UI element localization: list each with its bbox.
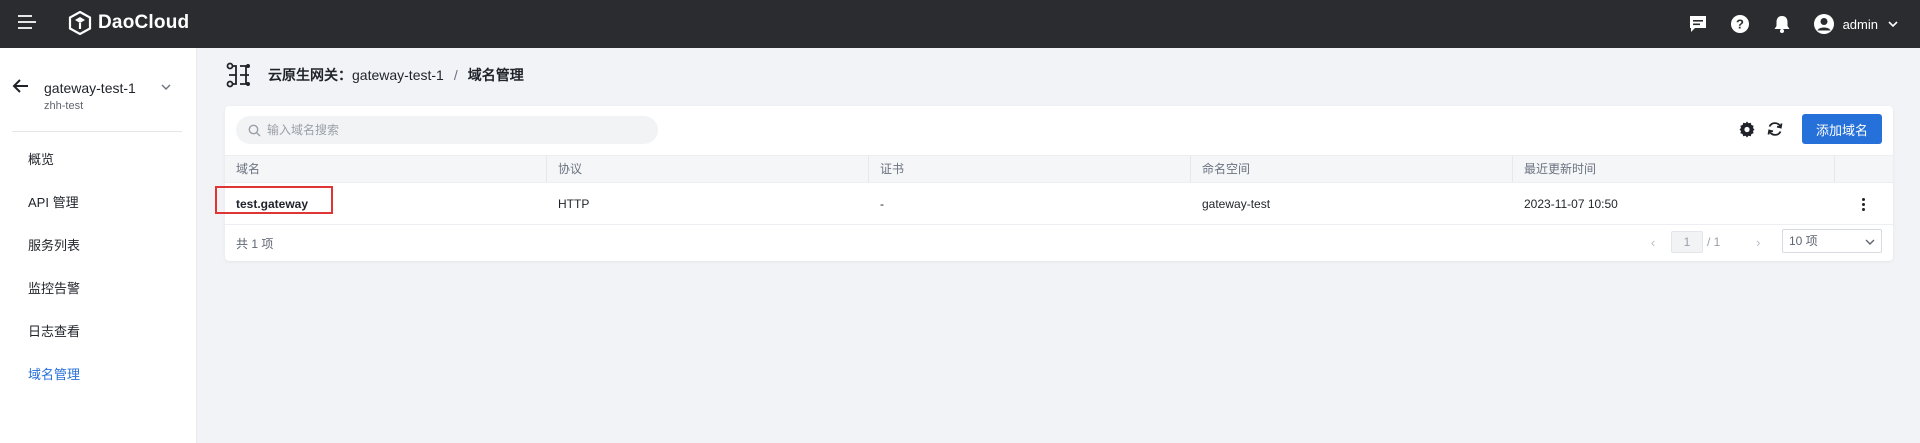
next-page-icon[interactable]: ›: [1750, 235, 1766, 250]
workspace-name: gateway-test-1: [44, 80, 136, 96]
chevron-down-icon[interactable]: [160, 81, 172, 93]
chevron-down-icon: [1888, 21, 1898, 28]
sidebar-item-overview[interactable]: 概览: [0, 138, 197, 181]
column-header-updated[interactable]: 最近更新时间: [1513, 156, 1835, 182]
breadcrumb: 云原生网关： gateway-test-1 / 域名管理: [226, 60, 524, 90]
certificate-cell: -: [880, 196, 884, 211]
domain-table: 域名 协议 证书 命名空间 最近更新时间 test.gateway HTTP -…: [215, 155, 1893, 225]
brand-logo[interactable]: DaoCloud: [68, 11, 189, 35]
sidebar-item-logs[interactable]: 日志查看: [0, 310, 197, 353]
svg-text:?: ?: [1736, 17, 1744, 32]
menu-icon[interactable]: [18, 15, 36, 31]
sidebar-nav: 概览 API 管理 服务列表 监控告警 日志查看 域名管理: [0, 138, 197, 396]
username: admin: [1842, 16, 1878, 32]
column-header-protocol[interactable]: 协议: [547, 156, 869, 182]
bell-icon[interactable]: [1771, 13, 1793, 35]
prev-page-icon[interactable]: ‹: [1645, 235, 1661, 250]
sidebar-item-monitoring[interactable]: 监控告警: [0, 267, 197, 310]
breadcrumb-separator: /: [453, 67, 458, 83]
table-row[interactable]: test.gateway HTTP - gateway-test 2023-11…: [215, 183, 1893, 225]
divider: [12, 131, 182, 132]
back-arrow-icon[interactable]: [12, 78, 30, 94]
page-number-input[interactable]: [1671, 231, 1703, 253]
protocol-cell: HTTP: [558, 196, 590, 211]
updated-cell: 2023-11-07 10:50: [1524, 196, 1618, 211]
help-icon[interactable]: ?: [1729, 13, 1751, 35]
search-box[interactable]: [236, 116, 658, 144]
table-footer: 共 1 项 ‹ / 1 › 10 项: [225, 224, 1893, 260]
top-bar: DaoCloud ? admin: [0, 0, 1920, 48]
domain-list-panel: 添加域名 域名 协议 证书 命名空间 最近更新时间 test.gateway H…: [215, 106, 1893, 261]
search-icon: [248, 124, 261, 136]
table-header: 域名 协议 证书 命名空间 最近更新时间: [225, 155, 1893, 183]
page-size-value: 10 项: [1789, 234, 1818, 248]
sidebar-item-domain-management[interactable]: 域名管理: [0, 353, 197, 396]
column-header-domain[interactable]: 域名: [225, 156, 547, 182]
total-count: 共 1 项: [236, 237, 274, 251]
settings-gear-icon[interactable]: [1738, 120, 1756, 138]
breadcrumb-gateway-link[interactable]: gateway-test-1: [352, 67, 444, 83]
chevron-down-icon: [1865, 239, 1875, 245]
breadcrumb-current: 域名管理: [467, 67, 524, 83]
total-pages: / 1: [1707, 235, 1721, 249]
daocloud-logo-icon: [68, 11, 92, 35]
sidebar: gateway-test-1 zhh-test 概览 API 管理 服务列表 监…: [0, 48, 197, 443]
add-domain-button[interactable]: 添加域名: [1802, 114, 1882, 144]
user-menu[interactable]: admin: [1813, 13, 1898, 35]
message-icon[interactable]: [1687, 13, 1709, 35]
namespace-cell: gateway-test: [1202, 196, 1271, 211]
more-actions-icon[interactable]: [1854, 195, 1872, 213]
pagination: ‹ / 1 ›: [1645, 230, 1766, 254]
column-header-actions: [1835, 156, 1893, 182]
breadcrumb-root: 云原生网关：: [268, 67, 352, 83]
user-avatar-icon: [1813, 14, 1834, 34]
sidebar-item-api-management[interactable]: API 管理: [0, 181, 197, 224]
highlight-box: [215, 185, 333, 214]
search-input[interactable]: [267, 123, 647, 137]
domain-cell[interactable]: test.gateway: [215, 185, 547, 214]
gateway-icon: [226, 62, 250, 88]
column-header-certificate[interactable]: 证书: [869, 156, 1191, 182]
sidebar-item-service-list[interactable]: 服务列表: [0, 224, 197, 267]
column-header-namespace[interactable]: 命名空间: [1191, 156, 1513, 182]
brand-name: DaoCloud: [98, 12, 190, 33]
refresh-icon[interactable]: [1766, 120, 1784, 138]
page-size-select[interactable]: 10 项: [1782, 229, 1882, 253]
workspace-namespace: zhh-test: [44, 100, 84, 112]
workspace-switcher[interactable]: gateway-test-1: [0, 68, 197, 108]
